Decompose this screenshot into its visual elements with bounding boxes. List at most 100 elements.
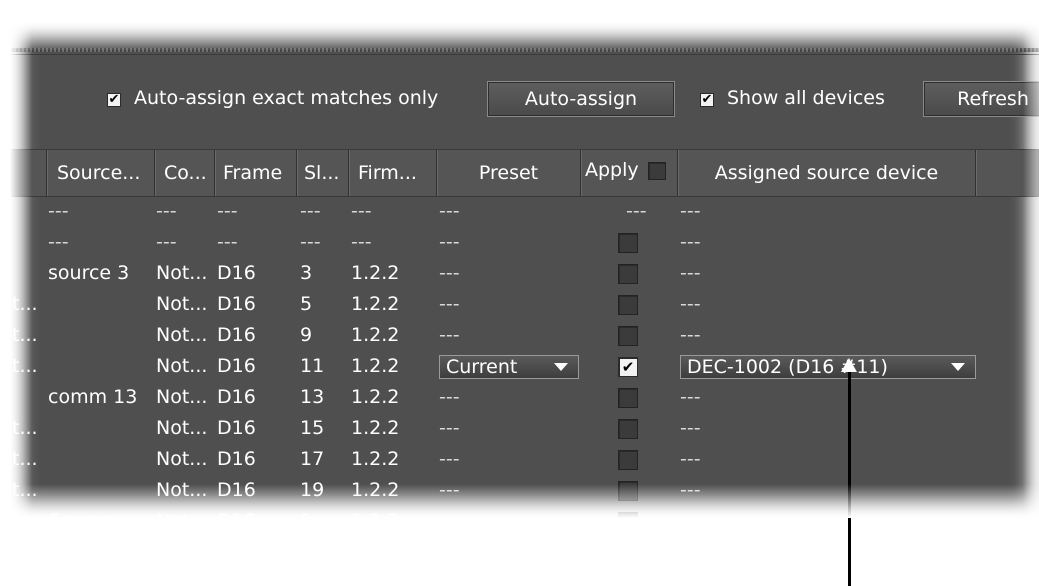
panel-grip[interactable] — [10, 48, 1039, 52]
cell-assigned: --- — [680, 200, 701, 222]
cell-preset: --- — [439, 506, 460, 518]
refresh-button[interactable]: Refresh — [923, 81, 1039, 117]
header-firmware[interactable]: Firm... — [349, 150, 437, 196]
table-header: Source... Co... Frame Sl... Firm... Pres… — [10, 149, 1039, 197]
header-source[interactable]: Source... — [47, 150, 155, 196]
table-row[interactable]: t... Not... D16 17 1.2.2 --- --- — [10, 444, 1039, 475]
apply-checkbox[interactable] — [618, 264, 638, 284]
apply-all-checkbox[interactable] — [648, 162, 666, 180]
cell-firmware: 1.2.2 — [351, 506, 399, 518]
cell-slot: 13 — [300, 386, 325, 408]
cell-frame: D16 — [217, 448, 256, 470]
cell-frame: D16 — [217, 506, 256, 518]
header-assigned-device[interactable]: Assigned source device — [678, 150, 976, 196]
show-all-devices-checkbox[interactable]: ✔ — [700, 93, 714, 107]
header-comment[interactable]: Co... — [155, 150, 215, 196]
table-row[interactable]: t... Not... D16 11 1.2.2 Current ✔ DEC-1002 (D1… — [10, 351, 1039, 382]
check-icon: ✔ — [621, 358, 635, 376]
cell-comment: Not... — [156, 355, 208, 377]
cell-firmware: 1.2.2 — [351, 417, 400, 439]
cell-slot: 19 — [300, 479, 325, 501]
cell-slot: 9 — [300, 324, 313, 346]
assigned-device-value: DEC-1002 (D16 #11) — [687, 356, 888, 378]
apply-checkbox[interactable] — [618, 512, 638, 518]
cell-source: source 3 — [48, 262, 130, 284]
cell-frame: D16 — [217, 262, 256, 284]
cell-left: t... — [12, 324, 38, 346]
apply-checkbox[interactable] — [618, 233, 638, 253]
header-slot[interactable]: Sl... — [297, 150, 349, 196]
cell-frame: D16 — [217, 479, 256, 501]
cell-assigned: --- — [680, 479, 701, 501]
cell-comment: --- — [156, 231, 177, 253]
cell-slot: 11 — [300, 355, 325, 377]
cell-assigned: --- — [680, 293, 701, 315]
table-row[interactable]: source 3 Not... D16 3 1.2.2 --- --- — [10, 258, 1039, 289]
apply-checkbox[interactable] — [618, 419, 638, 439]
table-row[interactable]: t... Not... D16 15 1.2.2 --- --- — [10, 413, 1039, 444]
table-row[interactable]: comm 13 Not... D16 13 1.2.2 --- --- — [10, 382, 1039, 413]
table-row[interactable]: t... Not... D16 9 1.2.2 --- --- — [10, 320, 1039, 351]
cell-assigned: --- — [680, 417, 701, 439]
auto-assign-button[interactable]: Auto-assign — [487, 81, 675, 117]
cell-preset: --- — [439, 479, 460, 501]
cell-firmware: 1.2.2 — [351, 355, 400, 377]
cell-left: t... — [12, 479, 38, 501]
assigned-device-dropdown[interactable]: DEC-1002 (D16 #11) — [680, 355, 976, 379]
cell-slot: --- — [300, 231, 321, 253]
table-row[interactable]: --- --- --- --- --- --- --- — [10, 227, 1039, 258]
table-row[interactable]: Source... Not... D16 1 1.2.2 --- --- — [10, 506, 1039, 518]
cell-preset: --- — [439, 386, 460, 408]
header-preset[interactable]: Preset — [437, 150, 581, 196]
cell-apply: --- — [626, 200, 647, 222]
header-extra[interactable] — [976, 150, 1039, 196]
check-icon: ✔ — [108, 92, 120, 107]
preset-dropdown[interactable]: Current — [439, 355, 579, 379]
cell-assigned: --- — [680, 324, 701, 346]
cell-comment: Not... — [156, 386, 208, 408]
cell-comment: Not... — [156, 506, 207, 518]
cell-assigned: --- — [680, 231, 701, 253]
apply-checkbox[interactable] — [618, 450, 638, 470]
cell-preset: --- — [439, 417, 460, 439]
divider — [10, 54, 1039, 55]
header-frame[interactable]: Frame — [215, 150, 297, 196]
table-row[interactable]: --- --- --- --- --- --- --- --- — [10, 196, 1039, 227]
cell-source: comm 13 — [48, 386, 138, 408]
apply-checkbox[interactable] — [618, 295, 638, 315]
cell-firmware: 1.2.2 — [351, 324, 400, 346]
apply-checkbox[interactable] — [618, 388, 638, 408]
cell-preset: --- — [439, 448, 460, 470]
chevron-down-icon — [554, 363, 568, 371]
cell-frame: D16 — [217, 417, 256, 439]
cell-comment: Not... — [156, 448, 208, 470]
cell-frame: --- — [217, 200, 238, 222]
chevron-down-icon — [951, 363, 965, 371]
header-col-left[interactable] — [10, 150, 47, 196]
cell-slot: 3 — [300, 262, 313, 284]
cell-slot: --- — [300, 200, 321, 222]
cell-slot: 5 — [300, 293, 313, 315]
cell-preset: --- — [439, 262, 460, 284]
cell-firmware: 1.2.2 — [351, 448, 400, 470]
cell-firmware: 1.2.2 — [351, 262, 400, 284]
table-row[interactable]: t... Not... D16 5 1.2.2 --- --- — [10, 289, 1039, 320]
cell-assigned: --- — [680, 262, 701, 284]
cell-frame: D16 — [217, 324, 256, 346]
cell-slot: 15 — [300, 417, 325, 439]
apply-checkbox[interactable] — [618, 326, 638, 346]
cell-firmware: --- — [351, 200, 372, 222]
apply-checkbox[interactable] — [618, 481, 638, 501]
cell-source: Source... — [48, 506, 131, 518]
device-assignment-panel: ✔ Auto-assign exact matches only Auto-as… — [10, 22, 1039, 518]
cell-firmware: 1.2.2 — [351, 479, 400, 501]
exact-matches-checkbox[interactable]: ✔ — [107, 93, 121, 107]
table-row[interactable]: t... Not... D16 19 1.2.2 --- --- — [10, 475, 1039, 506]
cell-comment: Not... — [156, 417, 208, 439]
cell-assigned: --- — [680, 448, 701, 470]
apply-checkbox[interactable]: ✔ — [618, 357, 638, 377]
header-apply[interactable]: Apply — [581, 150, 678, 196]
show-all-devices-label: Show all devices — [727, 87, 885, 109]
cell-comment: Not... — [156, 293, 208, 315]
cell-source: --- — [48, 200, 69, 222]
